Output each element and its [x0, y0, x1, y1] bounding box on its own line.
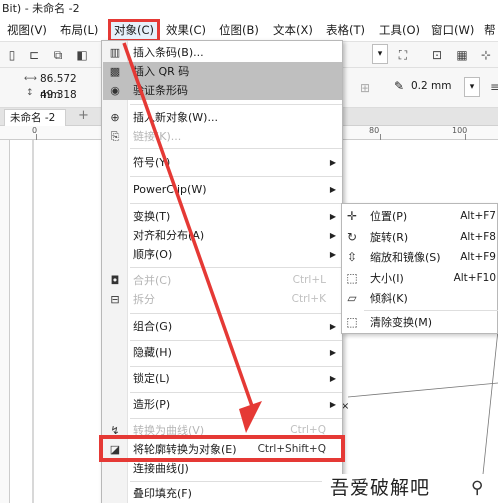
grid-icon[interactable]: ▦: [452, 45, 472, 65]
watermark-text: 吾爱破解吧: [330, 477, 431, 499]
barcode-icon: ▥: [109, 46, 121, 59]
break-apart-icon: ⊟: [110, 293, 120, 306]
chevron-right-icon: ▶: [329, 400, 336, 409]
outline-width-field[interactable]: 0.2 mm: [407, 78, 463, 96]
menu-tools[interactable]: 工具(O): [376, 21, 423, 40]
outline-style-icon[interactable]: ≡: [485, 77, 498, 97]
tab-document[interactable]: 未命名 -2: [4, 109, 66, 126]
menu-view[interactable]: 视图(V): [4, 21, 50, 40]
menu-item-shaping[interactable]: 造形(P) ▶: [103, 395, 342, 414]
menu-item-symbol[interactable]: 符号(Y) ▶: [103, 153, 342, 172]
annotation-highlight-box: [99, 435, 345, 462]
chevron-right-icon: ▶: [329, 158, 336, 167]
menu-separator: [130, 267, 342, 268]
menu-layout[interactable]: 布局(L): [57, 21, 101, 40]
options-icon[interactable]: ⊹: [476, 45, 496, 65]
menu-separator: [130, 313, 342, 314]
scale-mirror-icon: ⇳: [346, 250, 358, 264]
menu-separator: [130, 481, 342, 482]
menu-item-powerclip[interactable]: PowerClip(W) ▶: [103, 180, 342, 199]
menu-effects[interactable]: 效果(C): [163, 21, 209, 40]
menu-separator: [364, 310, 498, 311]
verify-barcode-icon: ◉: [110, 84, 120, 97]
menu-separator: [130, 340, 342, 341]
clear-transform-icon: ⬚: [346, 315, 358, 329]
submenu-item-scale-mirror[interactable]: ⇳ 缩放和镜像(S) Alt+F9: [343, 247, 498, 268]
zoom-dropdown-icon[interactable]: ▾: [372, 44, 388, 64]
skew-icon: ▱: [347, 291, 357, 305]
menu-item-insert-barcode[interactable]: ▥ 插入条码(B)...: [103, 43, 342, 62]
menu-item-overprint-fill[interactable]: 叠印填充(F): [103, 484, 342, 503]
size-icon: ⬚: [346, 271, 358, 285]
menu-object[interactable]: 对象(C): [108, 19, 161, 42]
rotate-icon: ↻: [346, 230, 358, 244]
menu-separator: [130, 392, 342, 393]
submenu-item-rotate[interactable]: ↻ 旋转(R) Alt+F8: [343, 227, 498, 248]
front-icon[interactable]: ⧉: [48, 45, 68, 65]
menu-separator: [130, 418, 342, 419]
submenu-item-clear-transform[interactable]: ⬚ 清除变换(M): [343, 312, 498, 333]
submenu-item-skew[interactable]: ▱ 倾斜(K): [343, 288, 498, 309]
chevron-right-icon: ▶: [329, 348, 336, 357]
menu-window[interactable]: 窗口(W): [428, 21, 477, 40]
menu-item-order[interactable]: 顺序(O) ▶: [103, 245, 342, 264]
snap-icon[interactable]: ⊡: [427, 45, 447, 65]
menu-item-insert-qr[interactable]: ▩ 插入 QR 码: [103, 62, 342, 81]
chevron-right-icon: ▶: [329, 231, 336, 240]
align-top-icon[interactable]: ⊏: [24, 45, 44, 65]
combine-icon: ◘: [110, 274, 120, 287]
vertical-ruler: [0, 140, 10, 503]
menu-separator: [130, 104, 342, 105]
menu-item-transform[interactable]: 变换(T) ▶: [103, 207, 342, 226]
menu-item-lock[interactable]: 锁定(L) ▶: [103, 369, 342, 388]
submenu-item-position[interactable]: ✛ 位置(P) Alt+F7: [343, 206, 498, 227]
menu-item-insert-object[interactable]: ⊕ 插入新对象(W)...: [103, 108, 342, 127]
back-icon[interactable]: ◧: [72, 45, 92, 65]
submenu-item-size[interactable]: ⬚ 大小(I) Alt+F10: [343, 268, 498, 289]
position-icon: ✛: [346, 209, 358, 223]
chevron-right-icon: ▶: [329, 185, 336, 194]
chevron-right-icon: ▶: [329, 250, 336, 259]
menu-item-hide[interactable]: 隐藏(H) ▶: [103, 343, 342, 362]
menu-item-group[interactable]: 组合(G) ▶: [103, 317, 342, 336]
fullscreen-icon[interactable]: ⛶: [393, 45, 413, 65]
object-menu: ▥ 插入条码(B)... ▩ 插入 QR 码 ◉ 验证条形码 ⊕ 插入新对象(W…: [101, 40, 343, 503]
menu-item-combine: ◘ 合并(C) Ctrl+L: [103, 271, 342, 290]
title-bar: Bit) - 未命名 -2: [0, 0, 498, 18]
height-icon: ↕: [26, 88, 34, 98]
menu-bitmap[interactable]: 位图(B): [216, 21, 262, 40]
menu-separator: [130, 366, 342, 367]
menu-separator: [130, 203, 342, 204]
lock-ratio-icon[interactable]: ⊞: [355, 78, 375, 98]
pen-icon: ✎: [394, 79, 405, 93]
transform-submenu: ✛ 位置(P) Alt+F7 ↻ 旋转(R) Alt+F8 ⇳ 缩放和镜像(S)…: [341, 203, 498, 334]
menu-help[interactable]: 帮: [481, 21, 498, 40]
menu-item-verify-barcode[interactable]: ◉ 验证条形码: [103, 81, 342, 100]
link-icon: ⎘: [110, 130, 120, 143]
menu-table[interactable]: 表格(T): [323, 21, 368, 40]
search-icon: ⚲: [471, 478, 484, 498]
app-window: { "window": { "title": "Bit) - 未命名 -2" }…: [0, 0, 498, 503]
add-tab-button[interactable]: +: [78, 108, 89, 123]
qr-code-icon: ▩: [109, 65, 121, 78]
align-left-icon[interactable]: ▯: [2, 45, 22, 65]
menu-item-align-distribute[interactable]: 对齐和分布(A) ▶: [103, 226, 342, 245]
chevron-right-icon: ▶: [329, 374, 336, 383]
watermark: 吾爱破解吧 ⚲: [322, 474, 498, 503]
menu-separator: [130, 176, 342, 177]
width-icon: ⟷: [24, 74, 37, 84]
ruler-label: 80: [369, 126, 380, 135]
menu-item-break-apart: ⊟ 拆分 Ctrl+K: [103, 290, 342, 309]
height-field[interactable]: 49.318 mm: [36, 87, 98, 117]
insert-object-icon: ⊕: [110, 111, 120, 124]
menu-item-links: ⎘ 链接(K)...: [103, 127, 342, 146]
chevron-right-icon: ▶: [329, 322, 336, 331]
menu-bar: 视图(V) 布局(L) 对象(C) 效果(C) 位图(B) 文本(X) 表格(T…: [0, 18, 498, 42]
outline-dropdown-icon[interactable]: ▾: [464, 77, 480, 97]
menu-separator: [130, 148, 342, 149]
menu-text[interactable]: 文本(X): [270, 21, 316, 40]
chevron-right-icon: ▶: [329, 212, 336, 221]
